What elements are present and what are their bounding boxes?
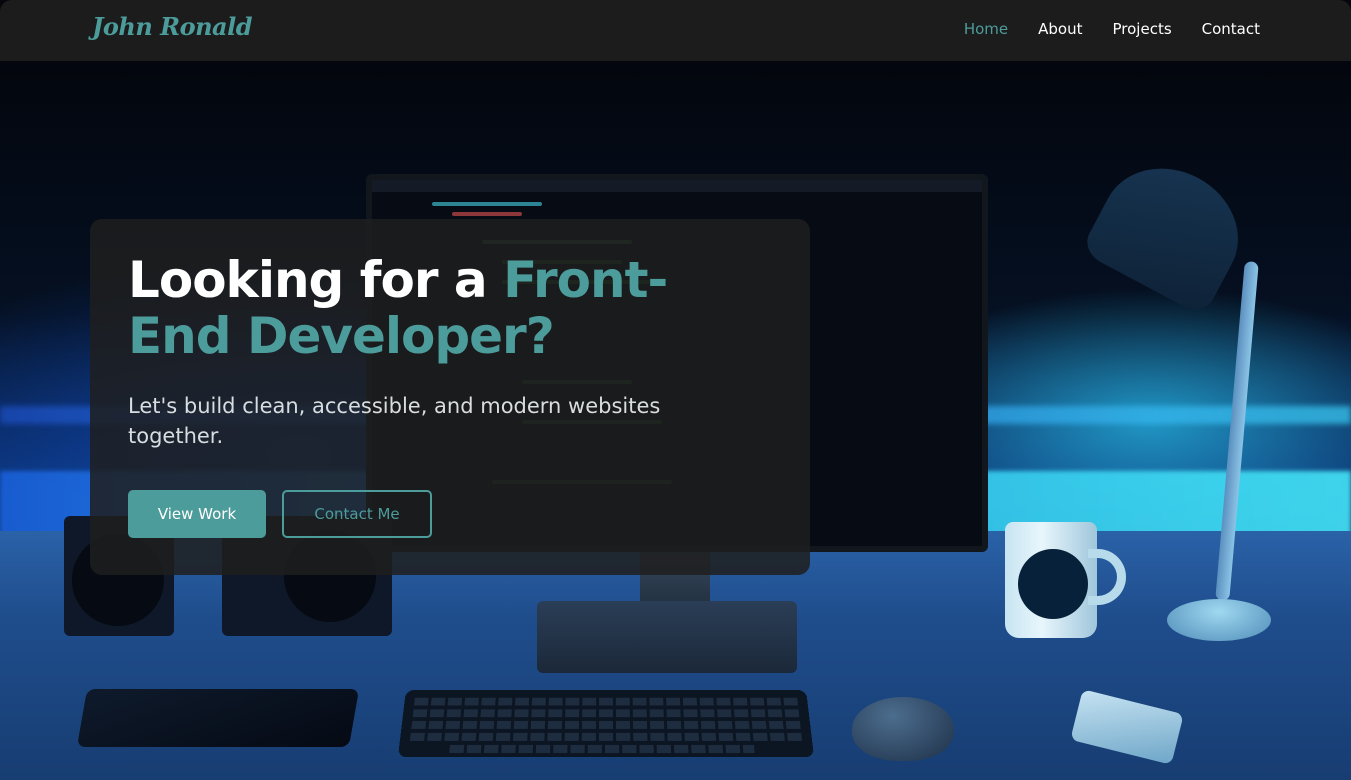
- nav-link-contact[interactable]: Contact: [1202, 20, 1260, 38]
- monitor-titlebar: [372, 180, 982, 192]
- nav-link-projects[interactable]: Projects: [1113, 20, 1172, 38]
- key-row: [449, 744, 755, 754]
- mug-logo: [1018, 549, 1088, 619]
- keyboard: [397, 690, 815, 758]
- hero-card: Looking for a Front-End Developer? Let's…: [90, 219, 810, 575]
- site-logo[interactable]: John Ronald: [92, 12, 252, 41]
- hero-title-plain: Looking for a: [128, 251, 504, 309]
- page: John Ronald Home About Projects Contact …: [0, 0, 1351, 780]
- code-line: [452, 212, 522, 216]
- hero-subtitle: Let's build clean, accessible, and moder…: [128, 394, 661, 448]
- contact-me-button[interactable]: Contact Me: [282, 490, 432, 538]
- key-row: [411, 721, 801, 729]
- lamp-base: [1167, 599, 1271, 641]
- lamp-head: [1080, 145, 1260, 317]
- mouse: [852, 697, 954, 761]
- monitor-stand-base: [537, 601, 797, 673]
- view-work-button[interactable]: View Work: [128, 490, 266, 538]
- nav-links: Home About Projects Contact: [964, 20, 1260, 38]
- hero-title: Looking for a Front-End Developer?: [128, 252, 768, 364]
- code-line: [432, 202, 542, 206]
- tablet-left: [76, 689, 360, 747]
- key-row: [409, 732, 803, 741]
- key-row: [412, 709, 800, 718]
- navbar: John Ronald Home About Projects Contact: [0, 0, 1351, 61]
- nav-link-home[interactable]: Home: [964, 20, 1008, 38]
- key-row: [414, 697, 798, 706]
- nav-link-about[interactable]: About: [1038, 20, 1082, 38]
